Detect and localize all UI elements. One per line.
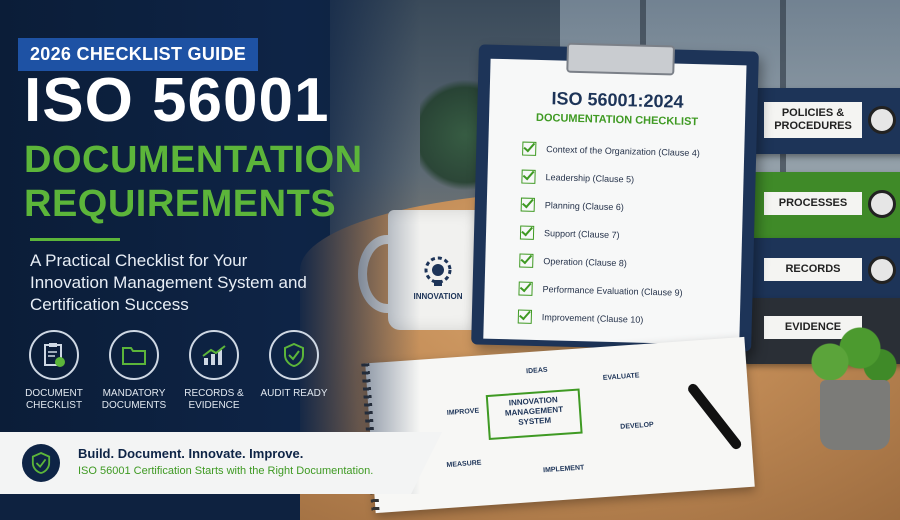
binder-policies: POLICIES & PROCEDURES	[742, 88, 900, 154]
binder-label: RECORDS	[764, 258, 862, 281]
checklist-title: ISO 56001:2024	[551, 88, 684, 112]
footer-banner: Build. Document. Innovate. Improve. ISO …	[0, 432, 442, 494]
checklist-item: Leadership (Clause 5)	[521, 169, 634, 187]
checkbox-checked-icon	[519, 253, 534, 268]
folder-icon	[109, 330, 159, 380]
checklist-item: Operation (Clause 8)	[519, 253, 627, 271]
cycle-step-ideas: IDEAS	[525, 366, 548, 376]
footer-tagline: Build. Document. Innovate. Improve.	[78, 446, 304, 461]
clipboard-clasp	[566, 42, 676, 76]
feature-label: RECORDS & EVIDENCE	[184, 388, 244, 411]
feature-records-evidence: RECORDS & EVIDENCE	[174, 330, 254, 412]
checklist-item: Performance Evaluation (Clause 9)	[518, 281, 683, 300]
cycle-step-measure: MEASURE	[446, 459, 482, 470]
checkbox-checked-icon	[517, 309, 533, 324]
checklist-paper: ISO 56001:2024 DOCUMENTATION CHECKLIST C…	[483, 58, 747, 346]
binder-ring	[868, 256, 896, 284]
cycle-center-label: INNOVATION MANAGEMENT SYSTEM	[485, 388, 583, 440]
plant-pot	[820, 380, 890, 450]
shield-check-icon	[22, 444, 60, 482]
divider	[30, 238, 120, 241]
feature-label: MANDATORY DOCUMENTS	[101, 388, 167, 411]
cycle-step-evaluate: EVALUATE	[602, 372, 640, 382]
footer-subtagline: ISO 56001 Certification Starts with the …	[78, 465, 374, 477]
checklist-subtitle: DOCUMENTATION CHECKLIST	[535, 111, 699, 129]
checkbox-checked-icon	[518, 281, 533, 296]
clipboard-check-icon	[29, 330, 79, 380]
binder-label: PROCESSES	[764, 192, 862, 215]
checklist-item: Context of the Organization (Clause 4)	[522, 141, 700, 161]
growth-chart-icon	[189, 330, 239, 380]
binder-label: POLICIES & PROCEDURES	[764, 102, 862, 138]
cycle-step-improve: IMPROVE	[446, 407, 480, 417]
feature-document-checklist: DOCUMENT CHECKLIST	[14, 330, 94, 412]
feature-label: DOCUMENT CHECKLIST	[25, 388, 83, 411]
shield-check-icon	[269, 330, 319, 380]
page-title: ISO 56001	[24, 66, 330, 135]
checklist-item: Support (Clause 7)	[519, 225, 620, 243]
binder-processes: PROCESSES	[742, 172, 900, 238]
feature-label: AUDIT READY	[260, 388, 328, 399]
binder-ring	[868, 106, 896, 134]
binder-ring	[868, 190, 896, 218]
feature-audit-ready: AUDIT READY	[254, 330, 334, 400]
notebook: INNOVATION MANAGEMENT SYSTEM IDEAS EVALU…	[361, 336, 755, 514]
clipboard: ISO 56001:2024 DOCUMENTATION CHECKLIST C…	[471, 42, 759, 352]
checkbox-checked-icon	[519, 225, 535, 240]
feature-mandatory-documents: MANDATORY DOCUMENTS	[94, 330, 174, 412]
cycle-step-develop: DEVELOP	[620, 421, 654, 431]
subtitle: A Practical Checklist for Your Innovatio…	[30, 251, 307, 314]
page-title-green: DOCUMENTATION REQUIREMENTS	[24, 139, 363, 225]
checkbox-checked-icon	[522, 141, 537, 156]
checklist-item: Planning (Clause 6)	[520, 197, 624, 215]
binder-records: RECORDS	[742, 238, 900, 304]
cycle-step-implement: IMPLEMENT	[542, 464, 585, 475]
checklist-item: Improvement (Clause 10)	[517, 309, 644, 327]
checkbox-checked-icon	[521, 169, 536, 184]
lightbulb-gear-icon	[424, 256, 452, 286]
checkbox-checked-icon	[520, 197, 535, 212]
